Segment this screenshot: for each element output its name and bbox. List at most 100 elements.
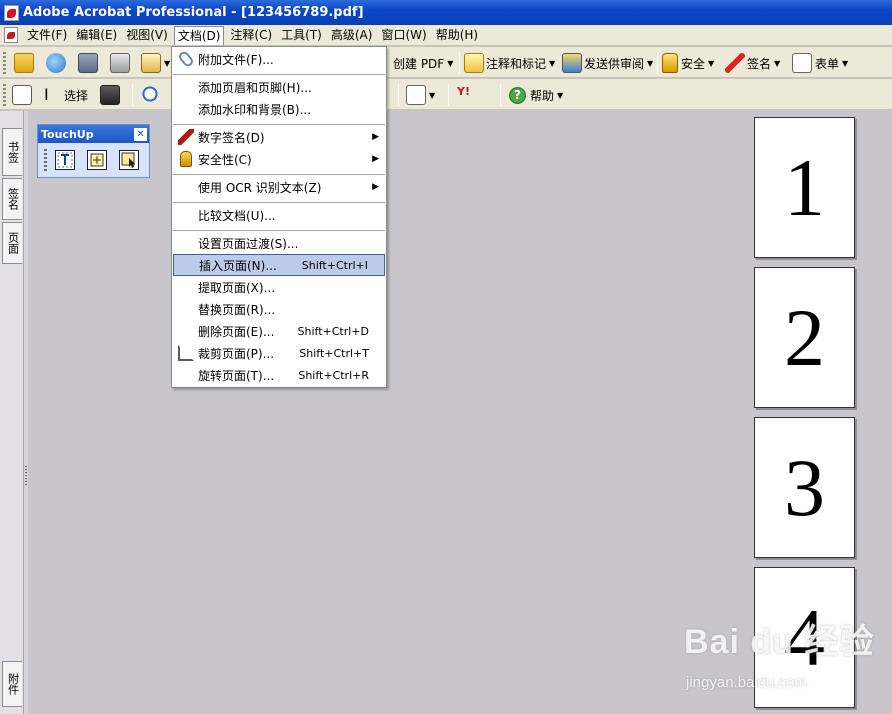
organizer-button[interactable] [46, 52, 66, 74]
security-button[interactable]: 安全 ▼ [662, 52, 714, 74]
title-bar: Adobe Acrobat Professional - [123456789.… [0, 0, 892, 25]
forms-button[interactable]: 表单 ▼ [792, 52, 848, 74]
toolbar-separator [448, 84, 449, 106]
pdf-page-3[interactable]: 3 [754, 417, 855, 558]
menu-item-digital-signature[interactable]: 数字签名(D) ▶ [173, 126, 385, 148]
menu-item-insert-pages[interactable]: 插入页面(N)... Shift+Ctrl+I [173, 254, 385, 276]
camera-icon [100, 85, 120, 105]
toolbar-grip[interactable] [3, 84, 6, 106]
send-review-button[interactable]: 发送供审阅 ▼ [562, 52, 653, 74]
comment-markup-label: 注释和标记 [486, 56, 547, 71]
menu-item-label: 提取页面(X)... [198, 280, 276, 295]
pen-icon [725, 53, 745, 73]
menu-item-shortcut: Shift+Ctrl+D [297, 324, 369, 338]
globe-icon [46, 53, 66, 73]
help-button[interactable]: ? 帮助 ▼ [509, 84, 563, 106]
sign-label: 签名 [747, 56, 772, 71]
tab-attachments[interactable]: 附件 [2, 661, 22, 707]
menu-item-label: 裁剪页面(P)... [198, 346, 275, 361]
menu-item-label: 添加水印和背景(B)... [198, 102, 312, 117]
touchup-reading-order-tool-icon[interactable] [119, 150, 139, 170]
touchup-title-bar[interactable]: TouchUp ✕ [38, 125, 149, 143]
printer-icon [110, 53, 130, 73]
menu-tools[interactable]: 工具(T) [278, 26, 325, 45]
watermark-brand: Bai du 经验 [684, 623, 875, 661]
chevron-down-icon: ▼ [164, 58, 171, 68]
menu-item-shortcut: Shift+Ctrl+R [298, 368, 369, 382]
toolbar-separator [500, 84, 501, 106]
forms-label: 表单 [815, 56, 840, 71]
menu-comments[interactable]: 注释(C) [227, 26, 275, 45]
save-button[interactable] [78, 52, 98, 74]
close-icon[interactable]: ✕ [134, 127, 147, 141]
email-button[interactable]: ▼ [141, 52, 170, 74]
menu-view[interactable]: 视图(V) [123, 26, 171, 45]
yahoo-search-button[interactable]: Y! [457, 84, 489, 106]
hand-tool-button[interactable] [12, 84, 32, 106]
menu-separator [173, 202, 385, 203]
menu-item-label: 数字签名(D) [198, 130, 265, 145]
menu-file[interactable]: 文件(F) [24, 26, 70, 45]
menu-item-security[interactable]: 安全性(C) ▶ [173, 148, 385, 170]
snapshot-tool-button[interactable] [100, 84, 120, 106]
page-layout-button[interactable]: ▼ [406, 84, 435, 106]
pen-icon [178, 129, 194, 145]
chevron-down-icon: ▼ [708, 58, 715, 68]
submenu-arrow-icon: ▶ [372, 154, 379, 164]
select-label: 选择 [64, 88, 89, 103]
open-button[interactable] [14, 52, 34, 74]
sign-button[interactable]: 签名 ▼ [725, 52, 780, 74]
security-label: 安全 [681, 56, 706, 71]
menu-window[interactable]: 窗口(W) [378, 26, 429, 45]
pane-splitter[interactable] [24, 111, 28, 714]
window-title: Adobe Acrobat Professional - [123456789.… [23, 5, 364, 20]
menu-item-replace-pages[interactable]: 替换页面(R)... [173, 298, 385, 320]
menu-item-shortcut: Shift+Ctrl+I [301, 258, 368, 272]
chevron-down-icon: ▼ [549, 58, 556, 68]
create-pdf-button[interactable]: 创建 PDF ▼ [393, 52, 453, 74]
comment-markup-button[interactable]: 注释和标记 ▼ [464, 52, 555, 74]
menu-help[interactable]: 帮助(H) [433, 26, 481, 45]
hand-icon [12, 85, 32, 105]
submenu-arrow-icon: ▶ [372, 182, 379, 192]
tab-signatures[interactable]: 签名 [2, 178, 22, 220]
menu-edit[interactable]: 编辑(E) [73, 26, 120, 45]
baidu-watermark: Bai du 经验 jingyan.baidu.com [684, 614, 884, 694]
menu-advanced[interactable]: 高级(A) [328, 26, 376, 45]
select-tool-button[interactable]: I 选择 [44, 84, 88, 106]
toolbar-separator [398, 84, 399, 106]
lock-icon [662, 53, 678, 73]
document-menu-dropdown: 附加文件(F)... 添加页眉和页脚(H)... 添加水印和背景(B)... 数… [171, 46, 387, 388]
document-control-icon[interactable] [4, 27, 18, 43]
zoom-in-button[interactable] [141, 84, 161, 106]
comment-icon [464, 53, 484, 73]
menu-item-attach-file[interactable]: 附加文件(F)... [173, 48, 385, 70]
menu-item-label: 旋转页面(T)... [198, 368, 275, 383]
menu-item-header-footer[interactable]: 添加页眉和页脚(H)... [173, 76, 385, 98]
menu-item-label: 删除页面(E)... [198, 324, 275, 339]
tab-pages[interactable]: 页面 [2, 222, 22, 264]
menu-item-label: 附加文件(F)... [198, 52, 274, 67]
menu-item-rotate-pages[interactable]: 旋转页面(T)... Shift+Ctrl+R [173, 364, 385, 386]
menu-item-crop-pages[interactable]: 裁剪页面(P)... Shift+Ctrl+T [173, 342, 385, 364]
menu-item-delete-pages[interactable]: 删除页面(E)... Shift+Ctrl+D [173, 320, 385, 342]
menu-item-label: 安全性(C) [198, 152, 252, 167]
pdf-page-1[interactable]: 1 [754, 117, 855, 258]
menu-document[interactable]: 文档(D) [173, 25, 225, 45]
disk-icon [78, 53, 98, 73]
menu-item-page-transitions[interactable]: 设置页面过渡(S)... [173, 232, 385, 254]
palette-grip[interactable] [44, 149, 47, 171]
touchup-object-tool-icon[interactable] [87, 150, 107, 170]
basic-tools-toolbar: I 选择 ▼ Y! ? 帮助 ▼ [0, 79, 892, 110]
tab-bookmarks[interactable]: 书签 [2, 128, 22, 176]
menu-item-compare-documents[interactable]: 比较文档(U)... [173, 204, 385, 226]
touchup-text-tool-icon[interactable] [55, 150, 75, 170]
paperclip-icon [177, 49, 195, 69]
pdf-page-2[interactable]: 2 [754, 267, 855, 408]
menu-separator [173, 230, 385, 231]
toolbar-grip[interactable] [3, 52, 6, 74]
menu-item-ocr[interactable]: 使用 OCR 识别文本(Z) ▶ [173, 176, 385, 198]
menu-item-watermark-background[interactable]: 添加水印和背景(B)... [173, 98, 385, 120]
print-button[interactable] [110, 52, 130, 74]
menu-item-extract-pages[interactable]: 提取页面(X)... [173, 276, 385, 298]
